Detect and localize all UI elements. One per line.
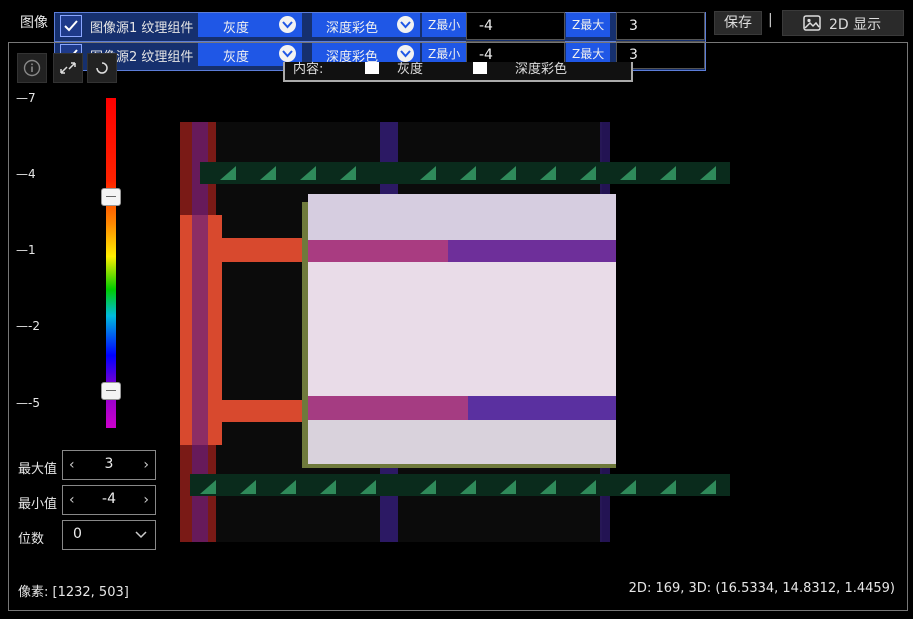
digits-select[interactable]: 0: [62, 520, 156, 550]
scale-tick: —4: [16, 167, 36, 181]
scale-tick: —1: [16, 243, 36, 257]
chevron-down-icon: [135, 531, 147, 539]
info-button[interactable]: [17, 53, 47, 83]
content-overlay-bar: 内容: 灰度 深度彩色: [283, 62, 633, 82]
image-icon: [803, 15, 821, 31]
coordinate-readout: 2D: 169, 3D: (16.5334, 14.8312, 1.4459): [628, 581, 895, 596]
scale-max-handle[interactable]: [101, 188, 121, 206]
color-scale-bar: [106, 98, 116, 428]
display-mode-button[interactable]: 2D 显示: [782, 10, 904, 36]
chevron-right-icon[interactable]: ›: [143, 457, 149, 473]
source-1-zmax-label: Z最大: [566, 13, 611, 37]
max-value-label: 最大值: [18, 462, 58, 477]
source-1-label: 图像源1 纹理组件: [90, 21, 194, 36]
check-icon: [64, 20, 78, 32]
scale-tick: —7: [16, 91, 36, 105]
digits-label: 位数: [18, 532, 45, 547]
gray-overlay-checkbox[interactable]: [365, 62, 379, 74]
reset-view-button[interactable]: [87, 53, 117, 83]
source-1-zmin-label: Z最小: [422, 13, 467, 37]
fit-view-button[interactable]: [53, 53, 83, 83]
depth-overlay-checkbox[interactable]: [473, 62, 487, 74]
page-title: 图像: [20, 15, 48, 31]
pixel-readout: 像素: [1232, 503]: [18, 585, 129, 600]
scale-min-handle[interactable]: [101, 382, 121, 400]
depth-overlay-label: 深度彩色: [515, 62, 568, 77]
source-1-checkbox[interactable]: [60, 15, 82, 37]
source-1-zmax-input[interactable]: 3: [616, 12, 705, 40]
scale-tick: —-5: [16, 396, 40, 410]
expand-icon: [60, 62, 76, 74]
info-icon: [23, 59, 41, 77]
scale-tick: —-2: [16, 319, 40, 333]
depth-image-canvas[interactable]: [170, 110, 740, 550]
source-1-color-select[interactable]: 深度彩色: [312, 13, 420, 37]
image-source-row-1: 图像源1 纹理组件 灰度 深度彩色 Z最小 -4 Z最大 3: [54, 12, 706, 42]
gray-overlay-label: 灰度: [397, 62, 424, 77]
refresh-icon: [96, 62, 108, 74]
chevron-down-icon: [397, 16, 414, 33]
save-button[interactable]: 保存: [714, 11, 762, 35]
chevron-left-icon[interactable]: ‹: [69, 492, 75, 508]
source-1-mode-select[interactable]: 灰度: [198, 13, 302, 37]
toolbar-separator: |: [768, 12, 773, 28]
min-value-label: 最小值: [18, 497, 58, 512]
content-label: 内容:: [293, 62, 324, 77]
min-value-stepper[interactable]: ‹ -4 ›: [62, 485, 156, 515]
source-1-zmin-input[interactable]: -4: [466, 12, 565, 40]
chevron-right-icon[interactable]: ›: [143, 492, 149, 508]
max-value-stepper[interactable]: ‹ 3 ›: [62, 450, 156, 480]
chevron-left-icon[interactable]: ‹: [69, 457, 75, 473]
chevron-down-icon: [279, 16, 296, 33]
